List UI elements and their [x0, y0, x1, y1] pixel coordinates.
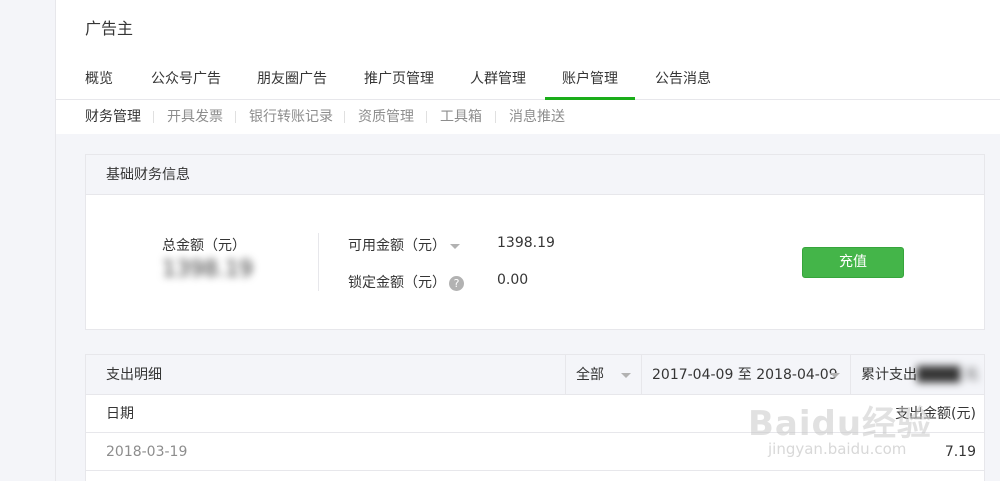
expense-table: 支出明细 全部 2017-04-09 至 2018-04-09 累计支出████… [85, 354, 985, 481]
row-date: 2018-03-19 [106, 444, 188, 460]
chevron-down-icon [830, 373, 840, 378]
subnav-bank-transfer[interactable]: 银行转账记录 [249, 100, 333, 134]
subnav-qualification[interactable]: 资质管理 [358, 100, 414, 134]
col-date-header: 日期 [106, 406, 134, 422]
tab-official-account-ads[interactable]: 公众号广告 [151, 58, 221, 100]
col-amount-header: 支出金额(元) [895, 406, 976, 422]
help-icon[interactable]: ? [449, 275, 464, 291]
subnav-divider [495, 111, 496, 123]
finance-info-panel: 基础财务信息 总金额（元） 1398.19 可用金额（元） 1398.19 锁定… [85, 154, 985, 330]
type-filter-value: 全部 [576, 367, 604, 383]
date-range-picker[interactable]: 2017-04-09 至 2018-04-09 [641, 355, 850, 395]
expense-table-header: 支出明细 全部 2017-04-09 至 2018-04-09 累计支出████… [86, 355, 984, 395]
tab-landing-page-management[interactable]: 推广页管理 [364, 58, 434, 100]
total-amount-value: 1398.19 [162, 257, 253, 282]
locked-amount-label: 锁定金额（元）? [348, 272, 464, 292]
cumulative-expense-value: ████ 元 [917, 367, 979, 383]
subnav-divider [153, 111, 154, 123]
recharge-button[interactable]: 充值 [802, 247, 904, 278]
tab-moments-ads[interactable]: 朋友圈广告 [257, 58, 327, 100]
tab-overview[interactable]: 概览 [85, 58, 113, 100]
tab-announcements[interactable]: 公告消息 [655, 58, 711, 100]
subnav-divider [426, 111, 427, 123]
available-amount-text: 可用金额（元） [348, 238, 446, 254]
tab-audience-management[interactable]: 人群管理 [470, 58, 526, 100]
row-amount: 7.19 [944, 444, 976, 460]
cumulative-expense-label: 累计支出 [861, 367, 917, 383]
type-filter-select[interactable]: 全部 [565, 355, 641, 395]
subnav-message-push[interactable]: 消息推送 [509, 100, 565, 134]
sub-nav: 财务管理 开具发票 银行转账记录 资质管理 工具箱 消息推送 [56, 100, 1000, 134]
page: 广告主 概览 公众号广告 朋友圈广告 推广页管理 人群管理 账户管理 公告消息 … [56, 0, 1000, 481]
total-amount-label: 总金额（元） [162, 238, 246, 254]
subnav-invoice[interactable]: 开具发票 [167, 100, 223, 134]
left-gutter [0, 0, 56, 481]
date-range-value: 2017-04-09 至 2018-04-09 [652, 367, 838, 383]
table-row: 2018-03-19 7.19 [86, 433, 984, 471]
expense-table-title: 支出明细 [106, 367, 162, 383]
subnav-divider [235, 111, 236, 123]
main-nav: 概览 公众号广告 朋友圈广告 推广页管理 人群管理 账户管理 公告消息 [56, 58, 1000, 100]
available-amount-label[interactable]: 可用金额（元） [348, 235, 460, 255]
brand-title: 广告主 [85, 19, 134, 38]
subnav-divider [344, 111, 345, 123]
caret-down-icon[interactable] [450, 243, 460, 249]
chevron-down-icon [621, 373, 631, 378]
locked-amount-text: 锁定金额（元） [348, 275, 446, 291]
table-column-header: 日期 支出金额(元) [86, 395, 984, 433]
subnav-toolbox[interactable]: 工具箱 [440, 100, 482, 134]
cumulative-expense: 累计支出████ 元 [850, 355, 984, 395]
panel-title: 基础财务信息 [86, 155, 984, 195]
subnav-finance[interactable]: 财务管理 [85, 100, 141, 134]
divider [318, 233, 319, 291]
available-amount-value: 1398.19 [497, 235, 555, 251]
tab-account-management[interactable]: 账户管理 [545, 58, 635, 100]
locked-amount-value: 0.00 [497, 272, 529, 288]
